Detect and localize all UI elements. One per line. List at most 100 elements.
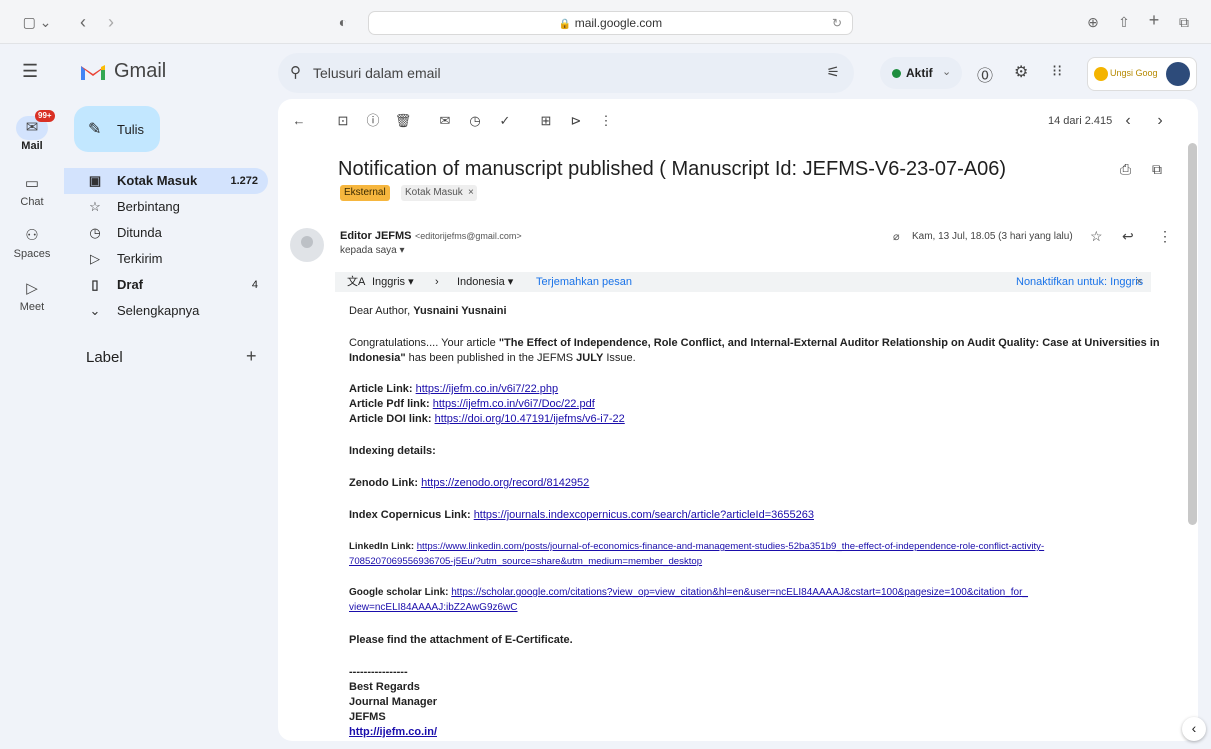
rail-item-chat[interactable]: ▭ Chat bbox=[0, 172, 64, 208]
scrollbar-thumb[interactable] bbox=[1188, 143, 1197, 525]
inbox-icon: ▣ bbox=[88, 173, 102, 188]
brand-text: Ungsi Google Apps bbox=[1110, 68, 1158, 78]
star-icon[interactable]: ☆ bbox=[1090, 228, 1103, 245]
search-placeholder: Telusuri dalam email bbox=[313, 65, 441, 81]
source-language-select[interactable]: Inggris ▾ bbox=[372, 272, 414, 292]
clock-icon: ◷ bbox=[89, 225, 101, 240]
privacy-shield-icon[interactable]: ◐ bbox=[335, 12, 351, 32]
nav-label: Berbintang bbox=[117, 199, 180, 214]
add-label-icon[interactable]: + bbox=[246, 346, 257, 367]
attachment-text: Please find the attachment of E-Certific… bbox=[349, 634, 573, 646]
more-vert-icon[interactable]: ⋮ bbox=[596, 111, 616, 131]
spaces-icon: ⚇ bbox=[25, 227, 39, 244]
nav-count: 4 bbox=[251, 279, 258, 291]
linkedin-link-cont[interactable]: 7085207069556936705-j5Eu/?utm_source=sha… bbox=[349, 556, 702, 567]
search-options-icon[interactable]: ⚟ bbox=[827, 63, 840, 81]
avatar[interactable] bbox=[1166, 62, 1190, 86]
delete-icon[interactable]: 🗑 bbox=[393, 111, 413, 131]
brand-logo-icon bbox=[1094, 67, 1108, 81]
sender-avatar[interactable] bbox=[290, 228, 324, 262]
nav-item-more[interactable]: ⌄ Selengkapnya bbox=[64, 298, 268, 324]
remove-label-icon[interactable]: × bbox=[468, 185, 474, 201]
move-to-icon[interactable]: ⊞ bbox=[536, 111, 556, 131]
rail-item-mail[interactable]: ✉ 99+ Mail bbox=[0, 110, 64, 152]
greeting-line: Dear Author, Yusnaini Yusnaini bbox=[349, 304, 507, 318]
next-email-icon[interactable]: › bbox=[1150, 111, 1170, 131]
nav-item-sent[interactable]: ▷ Terkirim bbox=[64, 246, 268, 272]
back-arrow-icon[interactable]: ← bbox=[289, 111, 309, 131]
scholar-link-cont[interactable]: view=ncELI84AAAAJ:ibZ2AwG9z6wC bbox=[349, 602, 518, 613]
article-link[interactable]: https://ijefm.co.in/v6i7/22.php bbox=[416, 383, 558, 395]
indexing-title: Indexing details: bbox=[349, 445, 436, 457]
help-icon[interactable]: ⓪ bbox=[977, 62, 993, 86]
signature-text: Best Regards bbox=[349, 681, 420, 693]
archive-icon[interactable]: ⊡ bbox=[333, 111, 353, 131]
signature-text: Journal Manager bbox=[349, 696, 438, 708]
forward-icon[interactable]: › bbox=[104, 12, 118, 32]
copernicus-link[interactable]: https://journals.indexcopernicus.com/sea… bbox=[474, 509, 814, 521]
unread-badge: 99+ bbox=[35, 110, 55, 122]
inbox-tag[interactable]: Kotak Masuk × bbox=[401, 185, 477, 201]
share-icon[interactable]: ⇧ bbox=[1116, 12, 1132, 32]
email-view: ← ⊡ ⓘ 🗑 ✉ ◷ ✓ ⊞ ⊳ ⋮ 14 dari 2.415 ‹ › No… bbox=[278, 99, 1198, 741]
nav-item-drafts[interactable]: ▯ Draf 4 bbox=[64, 272, 268, 298]
more-vert-icon[interactable]: ⋮ bbox=[1158, 228, 1172, 245]
search-icon[interactable]: ⚲ bbox=[290, 63, 301, 81]
prev-email-icon[interactable]: ‹ bbox=[1118, 111, 1138, 131]
address-bar[interactable]: 🔒 mail.google.com ↻ bbox=[368, 11, 853, 35]
target-language-select[interactable]: Indonesia ▾ bbox=[457, 272, 513, 292]
report-spam-icon[interactable]: ⓘ bbox=[363, 111, 383, 131]
pdf-link[interactable]: https://ijefm.co.in/v6i7/Doc/22.pdf bbox=[433, 398, 595, 410]
linkedin-link[interactable]: https://www.linkedin.com/posts/journal-o… bbox=[417, 541, 1044, 552]
back-icon[interactable]: ‹ bbox=[76, 12, 90, 32]
link-label: LinkedIn Link: bbox=[349, 541, 417, 552]
close-icon[interactable]: × bbox=[1136, 272, 1142, 292]
pdf-link-line: Article Pdf link: https://ijefm.co.in/v6… bbox=[349, 397, 595, 411]
rail-label: Chat bbox=[20, 196, 44, 208]
link-label: Article Pdf link: bbox=[349, 398, 433, 410]
settings-gear-icon[interactable]: ⚙ bbox=[1014, 62, 1028, 82]
reload-icon[interactable]: ↻ bbox=[832, 16, 842, 30]
signature-line: Journal Manager bbox=[349, 695, 437, 709]
download-icon[interactable]: ⊕ bbox=[1085, 12, 1101, 32]
scholar-link[interactable]: https://scholar.google.com/citations?vie… bbox=[451, 587, 1028, 598]
email-date: Kam, 13 Jul, 18.05 (3 hari yang lalu) bbox=[912, 231, 1073, 242]
new-tab-icon[interactable]: + bbox=[1146, 10, 1162, 30]
article-title: "The Effect of Independence, Role Confli… bbox=[498, 337, 1160, 349]
doi-link[interactable]: https://doi.org/10.47191/ijefms/v6-i7-22 bbox=[435, 413, 625, 425]
sidebar-toggle-icon[interactable]: ▢ ⌄ bbox=[22, 12, 52, 32]
reply-icon[interactable]: ↩ bbox=[1122, 228, 1134, 245]
disable-translate-link[interactable]: Nonaktifkan untuk: Inggris bbox=[1016, 272, 1143, 292]
signature-url-line: http://ijefm.co.in/ bbox=[349, 725, 437, 739]
account-switcher[interactable]: Ungsi Google Apps bbox=[1087, 57, 1197, 91]
tab-overview-icon[interactable]: ⧉ bbox=[1176, 12, 1192, 32]
print-icon[interactable]: ⎙ bbox=[1120, 161, 1131, 178]
external-tag: Eksternal bbox=[340, 185, 390, 201]
status-chip[interactable]: Aktif ⌄ bbox=[880, 57, 962, 89]
chat-icon: ▭ bbox=[24, 175, 40, 192]
zenodo-link[interactable]: https://zenodo.org/record/8142952 bbox=[421, 477, 589, 489]
translate-message-link[interactable]: Terjemahkan pesan bbox=[536, 272, 632, 292]
sender-name[interactable]: Editor JEFMS bbox=[340, 230, 412, 242]
add-task-icon[interactable]: ✓ bbox=[495, 111, 515, 131]
rail-item-meet[interactable]: ▷ Meet bbox=[0, 277, 64, 313]
target-language: Indonesia bbox=[457, 276, 505, 288]
nav-item-starred[interactable]: ☆ Berbintang bbox=[64, 194, 268, 220]
nav-item-inbox[interactable]: ▣ Kotak Masuk 1.272 bbox=[64, 168, 268, 194]
apps-grid-icon[interactable]: ⁝⁝ bbox=[1052, 61, 1062, 81]
signature-divider: ---------------- bbox=[349, 665, 408, 679]
status-label: Aktif bbox=[906, 66, 933, 80]
nav-label: Terkirim bbox=[117, 251, 163, 266]
nav-label: Selengkapnya bbox=[117, 303, 200, 318]
compose-button[interactable]: ✎ Tulis bbox=[74, 106, 160, 152]
mark-unread-icon[interactable]: ✉ bbox=[435, 111, 455, 131]
journal-site-link[interactable]: http://ijefm.co.in/ bbox=[349, 726, 437, 738]
recipient-line[interactable]: kepada saya ▾ bbox=[340, 245, 405, 256]
nav-item-snoozed[interactable]: ◷ Ditunda bbox=[64, 220, 268, 246]
open-new-window-icon[interactable]: ⧉ bbox=[1152, 161, 1162, 178]
rail-item-spaces[interactable]: ⚇ Spaces bbox=[0, 224, 64, 260]
search-bar[interactable]: ⚲ Telusuri dalam email ⚟ bbox=[278, 53, 854, 93]
label-icon[interactable]: ⊳ bbox=[566, 111, 586, 131]
side-panel-toggle[interactable]: ‹ bbox=[1182, 717, 1206, 741]
snooze-icon[interactable]: ◷ bbox=[465, 111, 485, 131]
